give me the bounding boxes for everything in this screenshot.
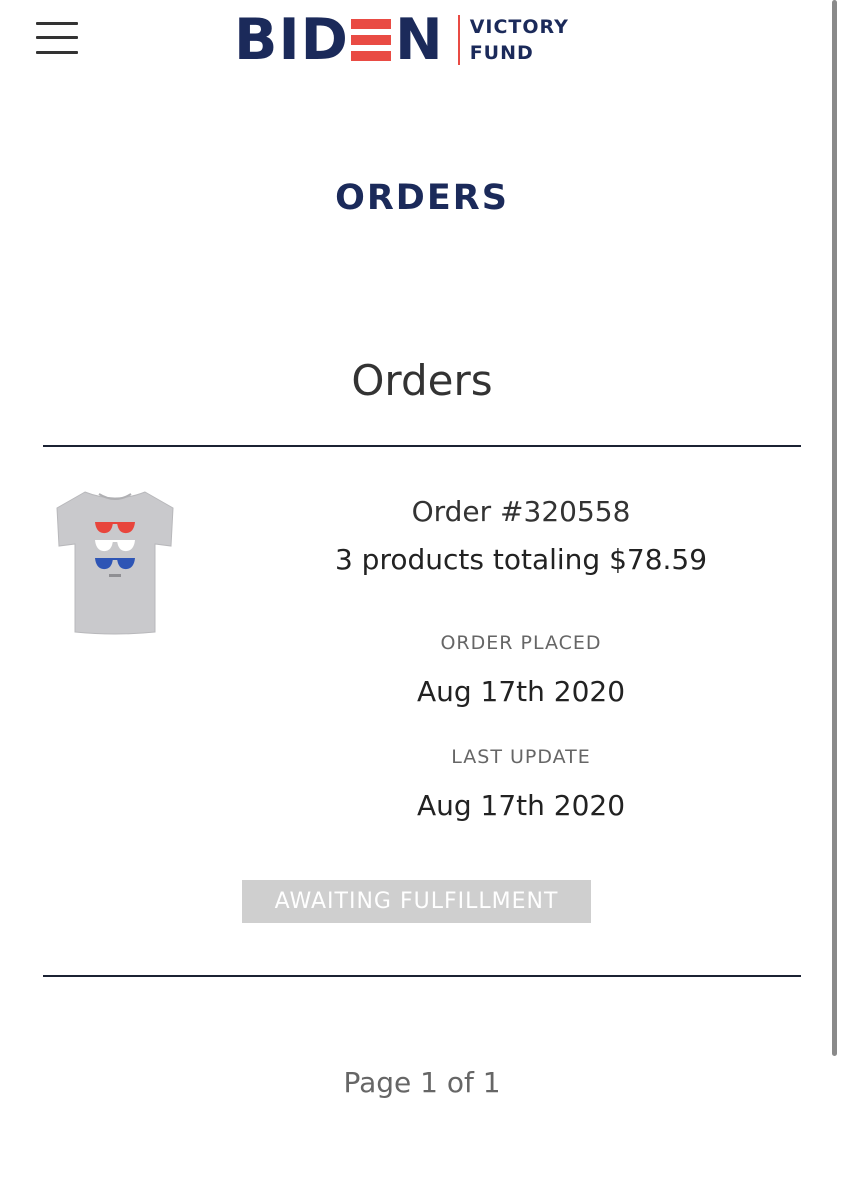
divider-bottom — [43, 975, 801, 977]
page-title: ORDERS — [335, 178, 509, 218]
logo-text-left: BID — [234, 7, 349, 73]
order-placed-date: Aug 17th 2020 — [416, 675, 626, 708]
logo-subtitle: VICTORY FUND — [470, 14, 569, 66]
order-details: Order #320558 3 products totaling $78.59… — [220, 492, 822, 826]
hamburger-menu-icon[interactable] — [36, 22, 78, 54]
last-update-date: Aug 17th 2020 — [416, 789, 626, 822]
divider-top — [43, 445, 801, 447]
logo-e-stripes — [350, 19, 391, 61]
logo-wordmark: BID N — [234, 7, 444, 73]
last-update-label: LAST UPDATE — [451, 746, 591, 768]
section-title: Orders — [351, 356, 493, 405]
pagination: Page 1 of 1 — [343, 1066, 501, 1099]
order-summary: 3 products totaling $78.59 — [334, 543, 708, 576]
logo-text-right: N — [394, 7, 444, 73]
logo-subtitle-line-2: FUND — [469, 42, 534, 64]
logo-divider — [457, 15, 460, 65]
order-placed-label: ORDER PLACED — [440, 632, 602, 654]
status-badge: AWAITING FULFILLMENT — [242, 880, 591, 923]
tshirt-icon[interactable] — [55, 488, 175, 636]
logo-subtitle-line-1: VICTORY — [469, 16, 569, 38]
biden-victory-fund-logo[interactable]: BID N VICTORY FUND — [234, 7, 569, 73]
scrollbar[interactable] — [832, 0, 837, 1056]
order-number[interactable]: Order #320558 — [220, 492, 822, 532]
